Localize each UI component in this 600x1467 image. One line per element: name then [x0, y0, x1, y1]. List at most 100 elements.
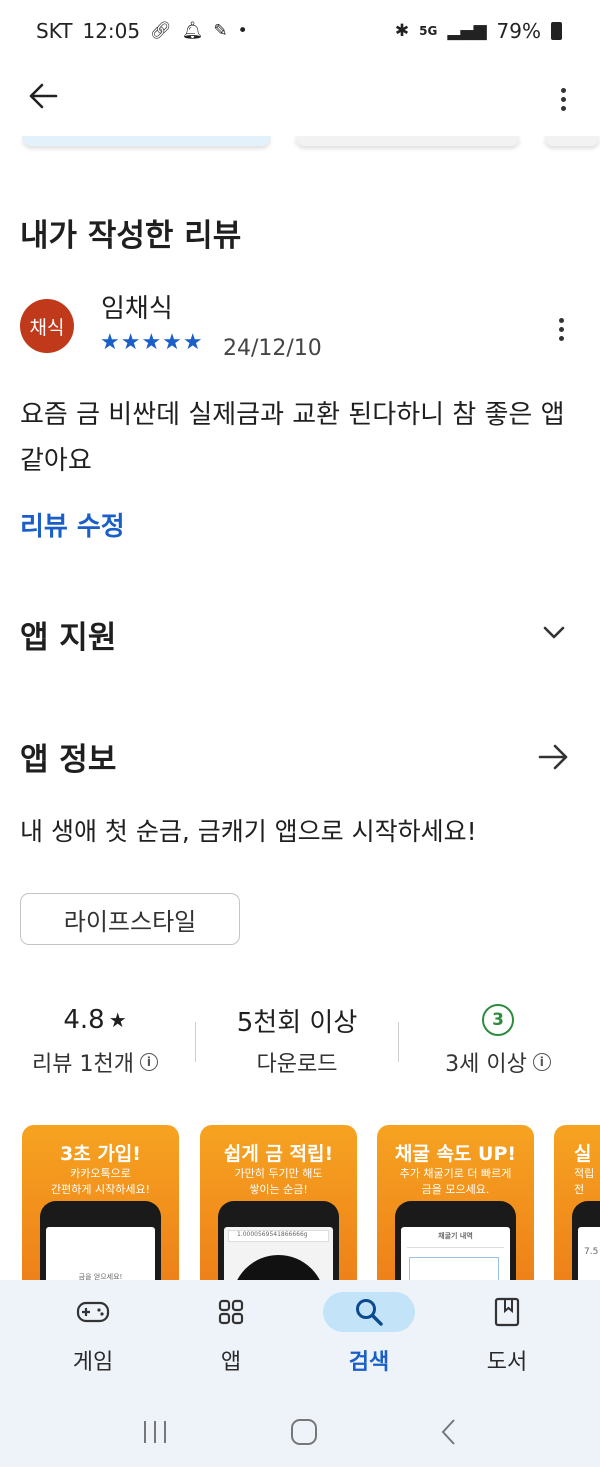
nav-item-apps[interactable]: 앱	[171, 1292, 291, 1400]
nav-label: 도서	[486, 1350, 528, 1375]
caption-line: 쌓이는 순금!	[249, 1183, 308, 1196]
caption-line: 간편하게 시작하세요!	[51, 1183, 150, 1196]
screenshot-card[interactable]: 채굴 속도 UP! 추가 채굴기로 더 빠르게 금을 모으세요. 채굴기 내역	[377, 1125, 534, 1285]
status-right: ✱ 5G ▂▄▆ 79%	[395, 19, 562, 43]
screenshot-caption: 가만히 두기만 해도 쌓이는 순금!	[200, 1166, 357, 1198]
gamepad-icon	[47, 1292, 139, 1332]
screenshot-card[interactable]: 쉽게 금 적립! 가만히 두기만 해도 쌓이는 순금! 1.0000569541…	[200, 1125, 357, 1285]
age-badge-row: 3	[408, 1000, 588, 1040]
avatar: 채식	[20, 299, 74, 353]
phone-mockup: 금을 얻으세요!	[40, 1201, 161, 1285]
bottom-navigation: 게임 앱 검색 도서	[0, 1280, 600, 1400]
phone-screen: 금을 얻으세요!	[46, 1227, 155, 1285]
app-info-heading[interactable]: 앱 정보	[20, 734, 116, 779]
bell-icon: 🔔︎	[181, 21, 204, 41]
info-icon[interactable]: i	[532, 1053, 551, 1071]
back-arrow-icon[interactable]	[28, 82, 58, 116]
star-icon: ★	[108, 1008, 127, 1032]
divider-line	[407, 1247, 504, 1248]
more-options-icon[interactable]	[555, 82, 572, 117]
battery-percent: 79%	[496, 19, 541, 43]
caption-line: 적립	[574, 1167, 595, 1180]
reviews-count-row: 리뷰 1천개 i	[5, 1046, 185, 1078]
screenshot-card[interactable]: 3초 가입! 카카오톡으로 간편하게 시작하세요! 금을 얻으세요!	[22, 1125, 179, 1285]
screenshot-card[interactable]: 실 적립 전 7.5	[554, 1125, 600, 1285]
status-bar: SKT 12:05 🔗︎ 🔔︎ ✎ • ✱ 5G ▂▄▆ 79%	[0, 0, 600, 62]
preview-card-edge	[22, 136, 272, 146]
reviews-count-label: 리뷰 1천개	[32, 1052, 134, 1077]
search-icon	[323, 1292, 415, 1332]
star-rating: ★★★★★	[100, 330, 204, 355]
phone-mockup: 7.5	[572, 1201, 600, 1285]
screenshot-carousel[interactable]: 3초 가입! 카카오톡으로 간편하게 시작하세요! 금을 얻으세요! 쉽게 금 …	[22, 1125, 600, 1285]
top-app-bar	[0, 62, 600, 136]
phone-mockup: 채굴기 내역	[395, 1201, 516, 1285]
screenshot-headline: 3초 가입!	[60, 1143, 141, 1165]
phone-mockup: 1.0000569541866666g	[218, 1201, 339, 1285]
chevron-down-icon[interactable]	[540, 618, 568, 646]
rating-value: 4.8	[63, 1005, 105, 1035]
phone-screen: 7.5	[578, 1227, 600, 1285]
caption-line: 추가 채굴기로 더 빠르게	[399, 1167, 512, 1180]
nav-label: 게임	[72, 1350, 114, 1375]
bluetooth-icon: ✱	[394, 21, 410, 41]
caption-line: 금을 모으세요.	[421, 1183, 490, 1196]
review-date: 24/12/10	[223, 336, 322, 361]
my-review-heading: 내가 작성한 리뷰	[20, 218, 242, 254]
caption-line: 전	[574, 1183, 585, 1196]
phone-screen: 1.0000569541866666g	[224, 1227, 333, 1285]
nav-item-books[interactable]: 도서	[447, 1292, 567, 1400]
home-icon[interactable]	[290, 1418, 318, 1450]
caption-line: 카카오톡으로	[70, 1167, 131, 1180]
nav-label: 앱	[220, 1350, 242, 1375]
preview-card-edge	[544, 136, 600, 146]
rating-stat[interactable]: 4.8 ★ 리뷰 1천개 i	[5, 1000, 185, 1078]
screenshot-caption: 추가 채굴기로 더 빠르게 금을 모으세요.	[377, 1166, 534, 1198]
downloads-stat: 5천회 이상 다운로드	[207, 1000, 387, 1078]
feather-icon: ✎	[213, 21, 228, 41]
dot-icon: •	[237, 21, 248, 41]
recent-apps-icon[interactable]	[141, 1419, 169, 1449]
age-rating-stat[interactable]: 3 3세 이상 i	[408, 1000, 588, 1078]
book-icon	[461, 1292, 553, 1332]
stat-divider	[195, 1022, 196, 1062]
age-rating-row: 3세 이상 i	[408, 1046, 588, 1078]
downloads-label: 다운로드	[256, 1052, 338, 1077]
back-icon[interactable]	[439, 1418, 459, 1450]
system-navigation-bar	[0, 1400, 600, 1467]
network-type: 5G	[419, 24, 438, 38]
signal-icon: ▂▄▆	[447, 21, 487, 41]
stat-divider	[398, 1022, 399, 1062]
phone-screen-text: 채굴기 내역	[438, 1232, 473, 1240]
screenshot-caption: 카카오톡으로 간편하게 시작하세요!	[22, 1166, 179, 1198]
screenshot-caption: 적립 전	[554, 1166, 600, 1198]
screenshot-headline: 실	[574, 1143, 592, 1165]
age-rating-label: 3세 이상	[445, 1052, 527, 1077]
phone-screen: 채굴기 내역	[401, 1227, 510, 1285]
screenshot-headline: 채굴 속도 UP!	[394, 1143, 517, 1165]
edit-review-link[interactable]: 리뷰 수정	[20, 506, 125, 543]
age-rating-badge-icon: 3	[482, 1004, 514, 1036]
nav-item-search[interactable]: 검색	[309, 1292, 429, 1400]
review-text: 요즘 금 비싼데 실제금과 교환 된다하니 참 좋은 앱 같아요	[20, 400, 565, 476]
phone-screen-text: 1.0000569541866666g	[228, 1230, 329, 1242]
info-icon[interactable]: i	[139, 1053, 158, 1071]
previous-section-edge	[0, 136, 600, 150]
link-icon: 🔗︎	[150, 21, 172, 41]
nav-label: 검색	[348, 1350, 390, 1375]
carrier-label: SKT	[36, 19, 73, 43]
rating-value-row: 4.8 ★	[5, 1000, 185, 1040]
preview-card-edge	[295, 136, 521, 146]
downloads-value: 5천회 이상	[236, 1007, 358, 1038]
category-chip[interactable]: 라이프스타일	[20, 893, 240, 945]
arrow-right-icon[interactable]	[536, 740, 570, 774]
reviewer-name: 임채식	[101, 294, 173, 324]
apps-grid-icon	[185, 1292, 277, 1332]
app-support-heading[interactable]: 앱 지원	[20, 612, 116, 657]
clock: 12:05	[82, 19, 141, 43]
screenshot-headline: 쉽게 금 적립!	[223, 1143, 334, 1165]
status-left: SKT 12:05 🔗︎ 🔔︎ ✎ •	[36, 19, 248, 43]
review-more-options-icon[interactable]	[553, 312, 570, 347]
nav-item-games[interactable]: 게임	[33, 1292, 153, 1400]
app-tagline: 내 생애 첫 순금, 금캐기 앱으로 시작하세요!	[20, 817, 477, 846]
